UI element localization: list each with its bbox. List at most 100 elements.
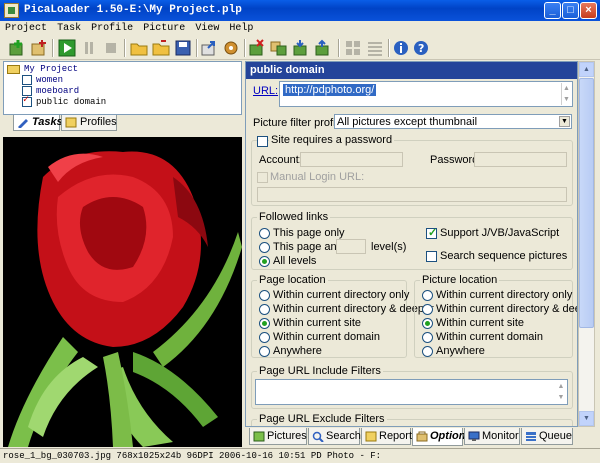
stop-icon[interactable]: [102, 39, 120, 57]
menu-picture[interactable]: Picture: [138, 22, 187, 34]
info-icon[interactable]: [392, 39, 410, 57]
panel-header: public domain: [246, 62, 577, 79]
close-button[interactable]: ×: [580, 2, 597, 19]
include-spin-icon[interactable]: ▲ ▼: [556, 381, 566, 403]
thumbnail-view-icon[interactable]: [344, 39, 362, 57]
app-icon: [4, 3, 19, 18]
page-loc-dir-deeper-radio[interactable]: [259, 304, 270, 315]
upload-icon[interactable]: [314, 39, 332, 57]
toolbar: ?: [0, 36, 600, 60]
tab-profiles[interactable]: Profiles: [61, 115, 117, 131]
password-field[interactable]: [474, 152, 567, 167]
title-bar: PicaLoader 1.50-E:\My Project.plp _ □ ×: [0, 0, 600, 21]
left-tabs: Tasks Profiles: [3, 115, 242, 131]
menu-task[interactable]: Task: [52, 22, 83, 34]
account-label: Account:: [259, 154, 302, 166]
delete-icon[interactable]: [248, 39, 266, 57]
account-field[interactable]: [300, 152, 403, 167]
tasks-icon: [18, 119, 28, 128]
pause-icon[interactable]: [80, 39, 98, 57]
pic-loc-site-radio[interactable]: [422, 318, 433, 329]
tab-pictures[interactable]: Pictures: [249, 428, 307, 445]
page-loc-dir-only-radio[interactable]: [259, 290, 270, 301]
search-sequence-checkbox[interactable]: [426, 251, 437, 262]
help-icon[interactable]: ?: [412, 39, 430, 57]
pic-loc-anywhere-radio[interactable]: [422, 346, 433, 357]
menu-help[interactable]: Help: [224, 22, 255, 34]
task-checkbox[interactable]: [22, 75, 32, 85]
picture-location-group: Picture location Within current director…: [414, 274, 577, 358]
start-icon[interactable]: [58, 39, 76, 57]
pictures-icon: [253, 431, 265, 442]
include-filters-input[interactable]: ▲ ▼: [255, 379, 568, 405]
tab-search[interactable]: Search: [308, 428, 361, 445]
open-folder-icon[interactable]: [130, 39, 148, 57]
settings-icon[interactable]: [222, 39, 240, 57]
filter-profile-select[interactable]: All pictures except thumbnail ▼: [334, 114, 572, 129]
minimize-button[interactable]: _: [544, 2, 561, 19]
folder-icon: [7, 65, 20, 74]
chevron-down-icon[interactable]: ▼: [559, 116, 570, 127]
manual-login-field[interactable]: [257, 187, 567, 202]
tab-option[interactable]: Option: [412, 428, 465, 446]
pic-loc-domain-radio[interactable]: [422, 332, 433, 343]
url-label[interactable]: URL:: [253, 85, 278, 97]
menu-view[interactable]: View: [190, 22, 221, 34]
tab-tasks[interactable]: Tasks: [13, 115, 63, 131]
url-spin-icon[interactable]: ▲ ▼: [561, 83, 571, 105]
toolbar-separator: [388, 39, 390, 57]
panel-scrollbar[interactable]: ▲ ▼: [578, 61, 595, 427]
status-bar: rose_1_bg_030703.jpg 768x1025x24b 96DPI …: [0, 448, 600, 463]
toolbar-separator: [124, 39, 126, 57]
move-icon[interactable]: [292, 39, 310, 57]
levels-field[interactable]: [336, 239, 366, 254]
pic-loc-dir-only-radio[interactable]: [422, 290, 433, 301]
tab-queue[interactable]: Queue: [521, 428, 573, 445]
export-icon[interactable]: [200, 39, 218, 57]
include-filters-group: Page URL Include Filters ▲ ▼: [251, 365, 573, 409]
menu-project[interactable]: Project: [0, 22, 49, 34]
save-icon[interactable]: [174, 39, 192, 57]
new-project-icon[interactable]: [8, 39, 26, 57]
scroll-down-icon[interactable]: ▼: [579, 411, 594, 426]
rose-image: [3, 137, 242, 447]
tab-report[interactable]: Report: [361, 428, 412, 445]
site-password-checkbox[interactable]: [257, 136, 268, 147]
option-icon: [416, 431, 428, 442]
manual-login-checkbox[interactable]: [257, 172, 268, 183]
page-loc-site-radio[interactable]: [259, 318, 270, 329]
search-icon: [312, 431, 324, 442]
menu-bar: Project Task Profile Picture View Help: [0, 21, 600, 36]
exclude-filters-group: Page URL Exclude Filters: [251, 413, 573, 426]
picture-preview: [3, 137, 242, 447]
page-loc-domain-radio[interactable]: [259, 332, 270, 343]
this-page-and-radio[interactable]: [259, 242, 270, 253]
open-file-icon[interactable]: [152, 39, 170, 57]
tab-monitor[interactable]: Monitor: [464, 428, 520, 445]
page-loc-anywhere-radio[interactable]: [259, 346, 270, 357]
copy-icon[interactable]: [270, 39, 288, 57]
scroll-up-icon[interactable]: ▲: [579, 62, 594, 77]
scroll-thumb[interactable]: [579, 78, 594, 328]
toolbar-separator: [196, 39, 198, 57]
all-levels-radio[interactable]: [259, 256, 270, 267]
menu-profile[interactable]: Profile: [86, 22, 135, 34]
url-input[interactable]: http://pdphoto.org/ ▲ ▼: [279, 81, 573, 107]
monitor-icon: [468, 431, 480, 441]
svg-text:?: ?: [418, 42, 424, 55]
task-checkbox[interactable]: [22, 95, 32, 107]
followed-links-group: Followed links This page only This page …: [251, 211, 573, 270]
project-tree: My Project women moeboard public domain: [3, 61, 242, 115]
password-group: Site requires a password Account: Passwo…: [251, 134, 573, 206]
profiles-icon: [65, 117, 77, 128]
new-task-icon[interactable]: [30, 39, 48, 57]
toolbar-separator: [52, 39, 54, 57]
maximize-button[interactable]: □: [562, 2, 579, 19]
pic-loc-dir-deeper-radio[interactable]: [422, 304, 433, 315]
toolbar-separator: [244, 39, 246, 57]
manual-login-label: Manual Login URL:: [270, 171, 365, 183]
this-page-only-radio[interactable]: [259, 228, 270, 239]
bottom-tabs: Pictures Search Report Option Monitor Qu…: [245, 428, 578, 446]
list-view-icon[interactable]: [366, 39, 384, 57]
support-js-checkbox[interactable]: [426, 226, 437, 239]
